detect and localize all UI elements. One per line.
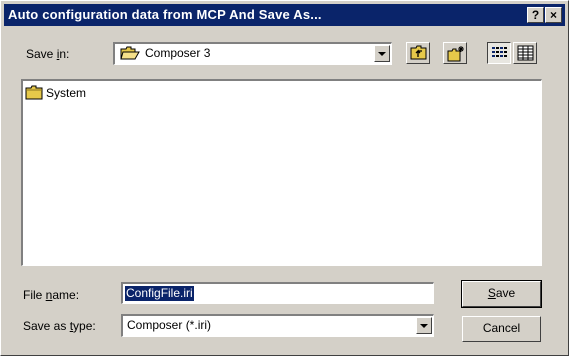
new-folder-button[interactable] xyxy=(443,42,467,64)
save-as-type-value: Composer (*.iri) xyxy=(127,318,212,332)
save-as-type-label: Save as type: xyxy=(23,319,96,333)
dialog-title: Auto configuration data from MCP And Sav… xyxy=(8,7,322,22)
up-one-level-button[interactable] xyxy=(406,42,430,64)
title-bar[interactable]: Auto configuration data from MCP And Sav… xyxy=(4,4,565,26)
save-in-dropdown-arrow[interactable] xyxy=(374,45,390,62)
save-as-type-dropdown-arrow[interactable] xyxy=(416,317,432,334)
close-button[interactable]: × xyxy=(545,7,562,23)
help-button[interactable]: ? xyxy=(527,7,544,23)
new-folder-icon xyxy=(447,46,464,62)
save-in-value: Composer 3 xyxy=(145,46,211,60)
folder-open-icon xyxy=(120,46,140,60)
save-as-dialog: Auto configuration data from MCP And Sav… xyxy=(0,0,569,356)
save-button[interactable]: Save xyxy=(461,280,542,308)
file-name-label: File name: xyxy=(23,288,80,302)
details-view-icon xyxy=(517,45,534,61)
cancel-button[interactable]: Cancel xyxy=(462,316,541,342)
save-as-type-dropdown[interactable]: Composer (*.iri) xyxy=(121,314,434,337)
file-list[interactable]: System xyxy=(21,79,542,266)
list-view-button[interactable] xyxy=(487,42,511,64)
save-in-dropdown[interactable]: Composer 3 xyxy=(113,42,392,65)
close-icon: × xyxy=(549,8,557,22)
help-icon: ? xyxy=(531,8,540,22)
cancel-button-label: Cancel xyxy=(482,321,521,335)
save-in-label: Save in: xyxy=(26,47,70,61)
folder-icon xyxy=(25,85,43,100)
save-button-label: Save xyxy=(487,286,516,300)
file-name-value: ConfigFile.iri xyxy=(125,286,194,301)
file-name-field[interactable]: ConfigFile.iri xyxy=(121,282,434,304)
details-view-button[interactable] xyxy=(513,42,537,64)
list-item-label: System xyxy=(46,86,87,100)
list-view-icon xyxy=(492,47,507,57)
up-one-level-icon xyxy=(410,45,427,60)
